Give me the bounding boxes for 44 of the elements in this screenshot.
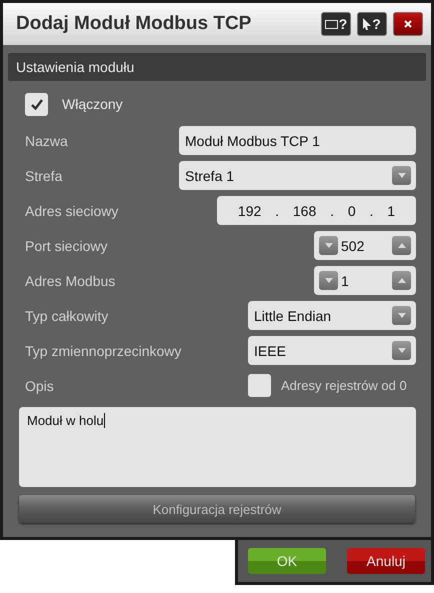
caret-up-icon xyxy=(398,243,406,248)
checkbox[interactable] xyxy=(248,374,271,397)
down-arrow-button[interactable] xyxy=(319,271,338,290)
dropdown[interactable]: Little Endian xyxy=(248,301,416,330)
field-label: Strefa xyxy=(25,168,62,184)
checkbox-label: Włączony xyxy=(62,96,123,112)
window-icon xyxy=(324,20,338,28)
field-label: Port sieciowy xyxy=(25,238,108,254)
caret-down-icon xyxy=(324,243,332,248)
description-field[interactable]: Moduł w holu xyxy=(19,407,416,487)
caret-down-icon xyxy=(398,313,406,318)
checkbox[interactable] xyxy=(25,92,48,116)
section-header: Ustawienia modułu xyxy=(8,53,426,81)
cancel-button[interactable]: Anuluj xyxy=(347,548,425,574)
pointer-icon xyxy=(363,18,372,30)
window-title: Dodaj Moduł Modbus TCP xyxy=(16,13,252,35)
field-label: Opis xyxy=(25,378,54,394)
down-arrow-button[interactable] xyxy=(319,236,338,255)
up-arrow-button[interactable] xyxy=(392,271,411,290)
field-label: Typ zmiennoprzecinkowy xyxy=(25,342,182,358)
down-arrow-button[interactable] xyxy=(392,341,411,360)
field-label: Nazwa xyxy=(25,132,68,148)
field-label: Adres Modbus xyxy=(25,272,116,288)
window-help-button[interactable]: ? xyxy=(321,12,351,36)
text-field[interactable]: Moduł Modbus TCP 1 xyxy=(179,126,416,155)
field-label: Typ całkowity xyxy=(25,308,108,324)
dropdown[interactable]: Strefa 1 xyxy=(179,161,416,190)
close-icon xyxy=(404,20,412,28)
caret-down-icon xyxy=(398,348,406,353)
down-arrow-button[interactable] xyxy=(392,306,411,325)
caret-down-icon xyxy=(324,278,332,283)
dropdown[interactable]: IEEE xyxy=(248,336,416,365)
caret-down-icon xyxy=(398,173,406,178)
number-spinner[interactable]: 502 xyxy=(314,231,416,260)
ip-address-field[interactable]: 192 . 168 . 0 . 1 xyxy=(217,196,416,225)
up-arrow-button[interactable] xyxy=(392,236,411,255)
close-button[interactable] xyxy=(393,12,423,36)
down-arrow-button[interactable] xyxy=(392,166,411,185)
pointer-help-button[interactable]: ? xyxy=(357,12,387,36)
option-label: Adresy rejestrów od 0 xyxy=(281,378,407,393)
caret-up-icon xyxy=(398,278,406,283)
field-label: Adres sieciowy xyxy=(25,202,118,218)
number-spinner[interactable]: 1 xyxy=(314,266,416,295)
checkmark-icon xyxy=(30,98,42,110)
